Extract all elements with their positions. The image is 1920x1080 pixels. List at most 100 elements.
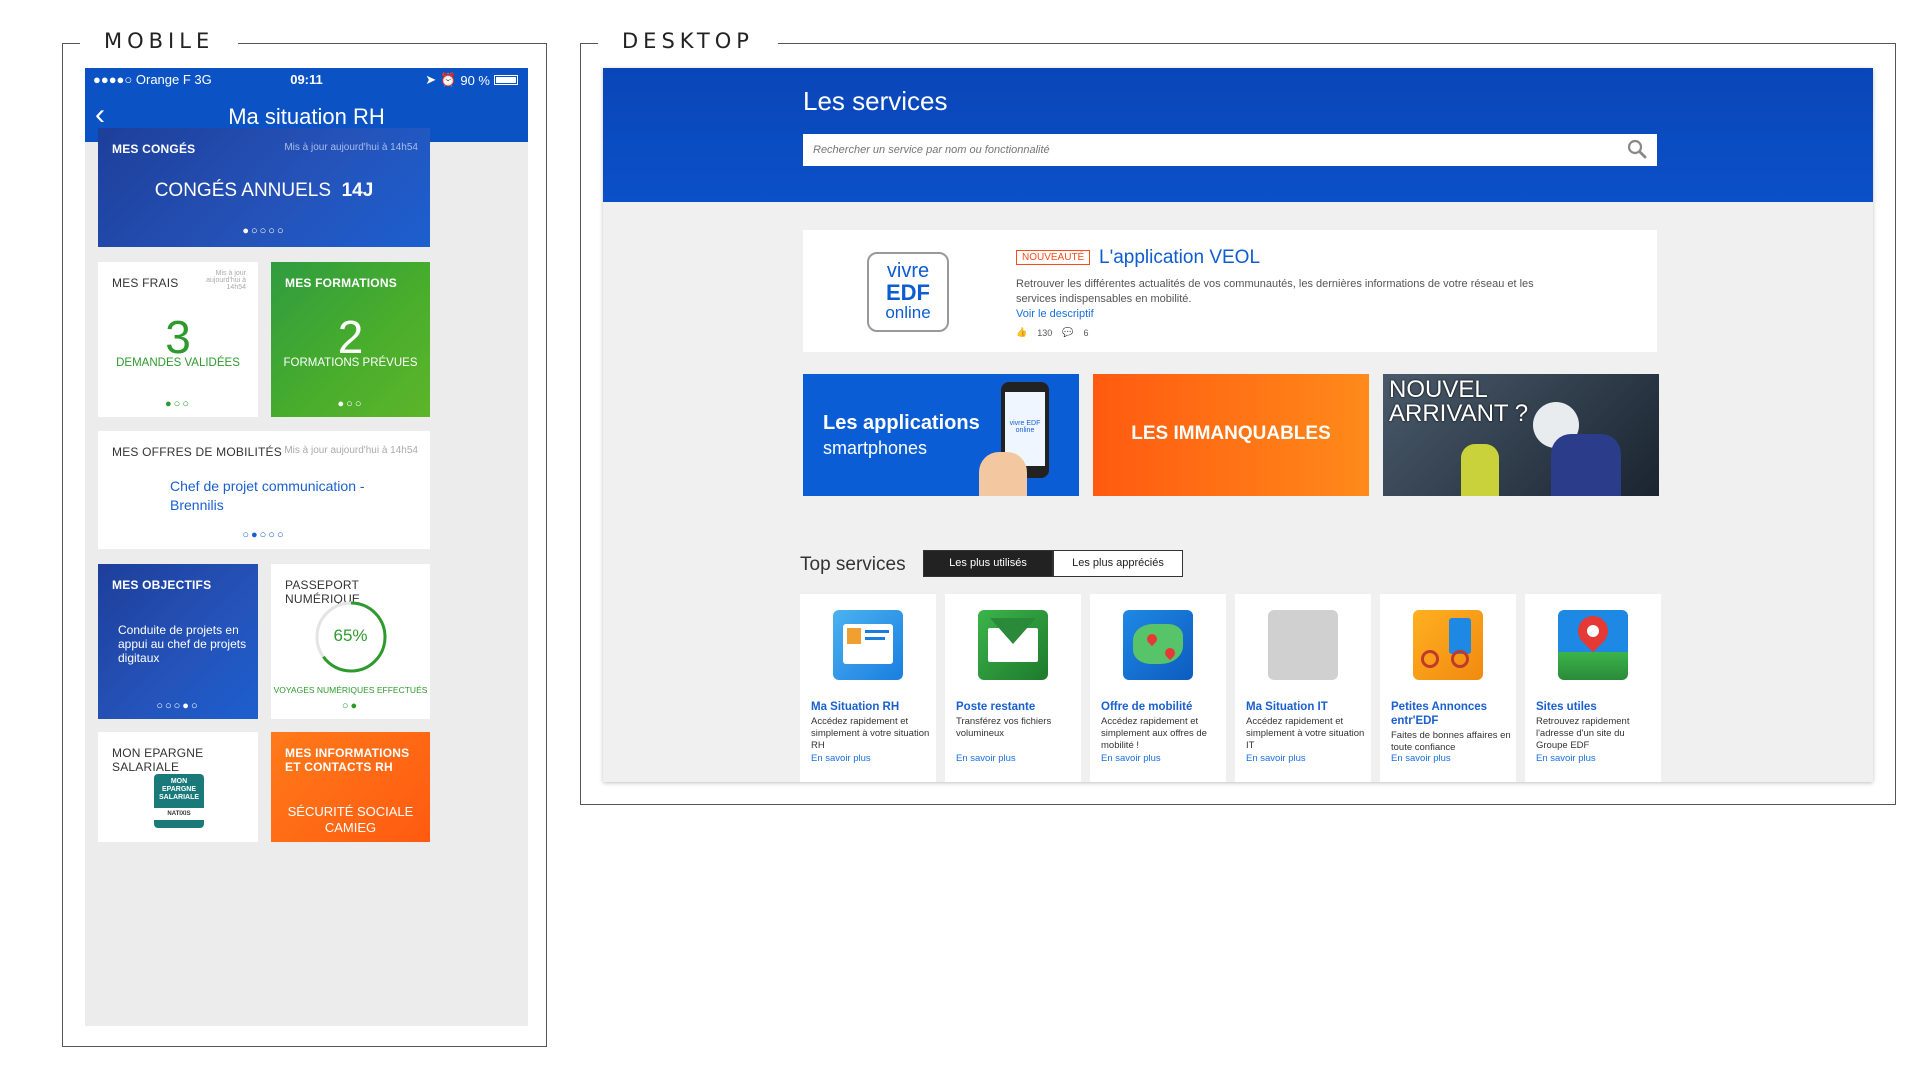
service-more-link[interactable]: En savoir plus: [1246, 753, 1306, 764]
envelope-icon: [978, 610, 1048, 680]
passeport-label: VOYAGES NUMÉRIQUES EFFECTUÉS: [273, 685, 428, 695]
objectifs-card[interactable]: MES OBJECTIFS Conduite de projets en app…: [98, 564, 258, 719]
card-title: MES INFORMATIONS ET CONTACTS RH: [285, 746, 410, 774]
comments-count: 6: [1083, 327, 1089, 338]
offer-line-1: Chef de projet communication -: [170, 478, 365, 494]
carousel-dots[interactable]: ○●○○○: [98, 529, 430, 541]
carousel-dots[interactable]: ●○○○○: [98, 225, 430, 237]
infos-line-1: SÉCURITÉ SOCIALE: [287, 804, 414, 819]
tile-title: LES IMMANQUABLES: [1131, 423, 1331, 444]
service-description: Accédez rapidement et simplement à votre…: [811, 716, 930, 751]
conges-label: CONGÉS ANNUELS: [154, 180, 332, 201]
service-name: Poste restante: [956, 701, 1036, 713]
service-name: Ma Situation RH: [811, 701, 900, 713]
card-title: MON EPARGNE SALARIALE: [112, 746, 204, 774]
service-more-link[interactable]: En savoir plus: [1536, 753, 1596, 764]
card-title: MES CONGÉS: [112, 142, 196, 156]
smartphone-apps-tile[interactable]: Les applications smartphones vivre EDF o…: [803, 374, 1079, 496]
formations-number: 2: [337, 311, 364, 363]
search-input[interactable]: [803, 134, 1603, 166]
logo-line: online: [885, 303, 931, 322]
map-pin-icon: [1123, 610, 1193, 680]
service-name: Petites Annonces entr'EDF: [1391, 701, 1488, 727]
page-title: Ma situation RH: [228, 104, 385, 129]
formations-card[interactable]: MES FORMATIONS 2 FORMATIONS PRÉVUES ●○○: [271, 262, 430, 417]
service-more-link[interactable]: En savoir plus: [1391, 753, 1451, 764]
service-description: Accédez rapidement et simplement aux off…: [1101, 716, 1207, 751]
hand-illustration: [979, 452, 1027, 496]
status-bar: ●●●●○ Orange F 3G 09:11 ➤ ⏰ 90 %: [85, 68, 528, 90]
veol-title[interactable]: L'application VEOL: [1099, 247, 1260, 269]
veol-feature-card[interactable]: vivre EDF online NOUVEAUTÉ L'application…: [803, 230, 1657, 352]
epargne-card[interactable]: MON EPARGNE SALARIALE MON EPARGNE SALARI…: [98, 732, 258, 842]
page-title: Les services: [803, 86, 948, 116]
mobile-screen: ●●●●○ Orange F 3G 09:11 ➤ ⏰ 90 % ‹ Ma si…: [85, 68, 528, 1026]
placeholder-icon: [1268, 610, 1338, 680]
tile-title-line: ARRIVANT ?: [1389, 400, 1529, 427]
tab-most-used[interactable]: Les plus utilisés: [923, 550, 1053, 577]
card-title: MES OFFRES DE MOBILITÉS: [112, 445, 282, 459]
veol-details-link[interactable]: Voir le descriptif: [1016, 308, 1094, 320]
frais-card[interactable]: MES FRAIS Mis à jour aujourd'hui à 14h54…: [98, 262, 258, 417]
service-description: Accédez rapidement et simplement à votre…: [1246, 716, 1365, 751]
service-name: Sites utiles: [1536, 701, 1597, 713]
hr-profile-icon: [833, 610, 903, 680]
search-bar: [803, 134, 1657, 166]
location-pin-icon: [1558, 610, 1628, 680]
new-badge: NOUVEAUTÉ: [1016, 250, 1091, 265]
service-more-link[interactable]: En savoir plus: [811, 753, 871, 764]
mobile-section-label: MOBILE: [80, 29, 239, 53]
immanquables-tile[interactable]: LES IMMANQUABLES: [1093, 374, 1369, 496]
logo-line: vivre: [886, 260, 930, 282]
service-card[interactable]: Ma Situation RH Accédez rapidement et si…: [800, 594, 936, 782]
desktop-header: Les services: [603, 68, 1873, 202]
mobilite-offer[interactable]: Chef de projet communication - Brennilis: [170, 477, 365, 515]
service-card[interactable]: Poste restante Transférez vos fichiers v…: [945, 594, 1081, 782]
battery-icon: [494, 75, 518, 85]
service-card[interactable]: Ma Situation IT Accédez rapidement et si…: [1235, 594, 1371, 782]
service-card[interactable]: Offre de mobilité Accédez rapidement et …: [1090, 594, 1226, 782]
service-more-link[interactable]: En savoir plus: [1101, 753, 1161, 764]
infos-card[interactable]: MES INFORMATIONS ET CONTACTS RH SÉCURITÉ…: [271, 732, 430, 842]
logo-line: EDF: [886, 280, 930, 305]
likes-count: 130: [1037, 327, 1053, 338]
mobilites-card[interactable]: MES OFFRES DE MOBILITÉS Mis à jour aujou…: [98, 431, 430, 549]
service-card[interactable]: Petites Annonces entr'EDF Faites de bonn…: [1380, 594, 1516, 782]
thumbs-up-icon[interactable]: 👍: [1016, 327, 1027, 338]
service-description: Retrouvez rapidement l'adresse d'un site…: [1536, 716, 1630, 751]
card-update-time: Mis à jour aujourd'hui à 14h54: [284, 445, 418, 456]
service-name: Ma Situation IT: [1246, 701, 1328, 713]
carousel-dots[interactable]: ○●: [271, 700, 430, 712]
status-right: ➤ ⏰ 90 %: [425, 72, 518, 88]
conges-card[interactable]: MES CONGÉS Mis à jour aujourd'hui à 14h5…: [98, 128, 430, 247]
comment-icon[interactable]: 💬: [1062, 327, 1073, 338]
service-card[interactable]: Sites utiles Retrouvez rapidement l'adre…: [1525, 594, 1661, 782]
tab-most-liked[interactable]: Les plus appréciés: [1053, 550, 1183, 577]
worker-illustration: [1461, 444, 1499, 496]
logo-line: SALARIALE: [158, 794, 200, 801]
search-icon[interactable]: [1627, 139, 1647, 159]
frais-label: DEMANDES VALIDÉES: [116, 357, 240, 369]
veol-description: Retrouver les différentes actualités de …: [1016, 278, 1534, 305]
top-services-label: Top services: [800, 554, 906, 575]
logo-line: EPARGNE: [161, 786, 197, 793]
passeport-percent: 65%: [333, 626, 368, 645]
infos-line-2: CAMIEG: [324, 820, 377, 835]
veol-logo: vivre EDF online: [867, 252, 949, 332]
service-name: Offre de mobilité: [1101, 701, 1193, 713]
card-title: MES FRAIS: [112, 276, 179, 290]
card-title: MES FORMATIONS: [285, 276, 397, 290]
passeport-card[interactable]: PASSEPORT NUMÉRIQUE 65% VOYAGES NUMÉRIQU…: [271, 564, 430, 719]
logo-line: MON: [170, 778, 188, 785]
service-description: Transférez vos fichiers volumineux: [956, 716, 1052, 739]
carousel-dots[interactable]: ○○○●○: [98, 700, 258, 712]
nouvel-arrivant-tile[interactable]: NOUVEL ARRIVANT ?: [1383, 374, 1659, 496]
logo-brand: NATIXIS: [154, 808, 204, 820]
offer-line-2: Brennilis: [170, 497, 224, 513]
desktop-section-label: DESKTOP: [598, 29, 778, 53]
carousel-dots[interactable]: ●○○: [271, 398, 430, 410]
card-title: MES OBJECTIFS: [112, 578, 212, 592]
carousel-dots[interactable]: ●○○: [98, 398, 258, 410]
service-more-link[interactable]: En savoir plus: [956, 753, 1016, 764]
battery-fill: [496, 77, 516, 83]
